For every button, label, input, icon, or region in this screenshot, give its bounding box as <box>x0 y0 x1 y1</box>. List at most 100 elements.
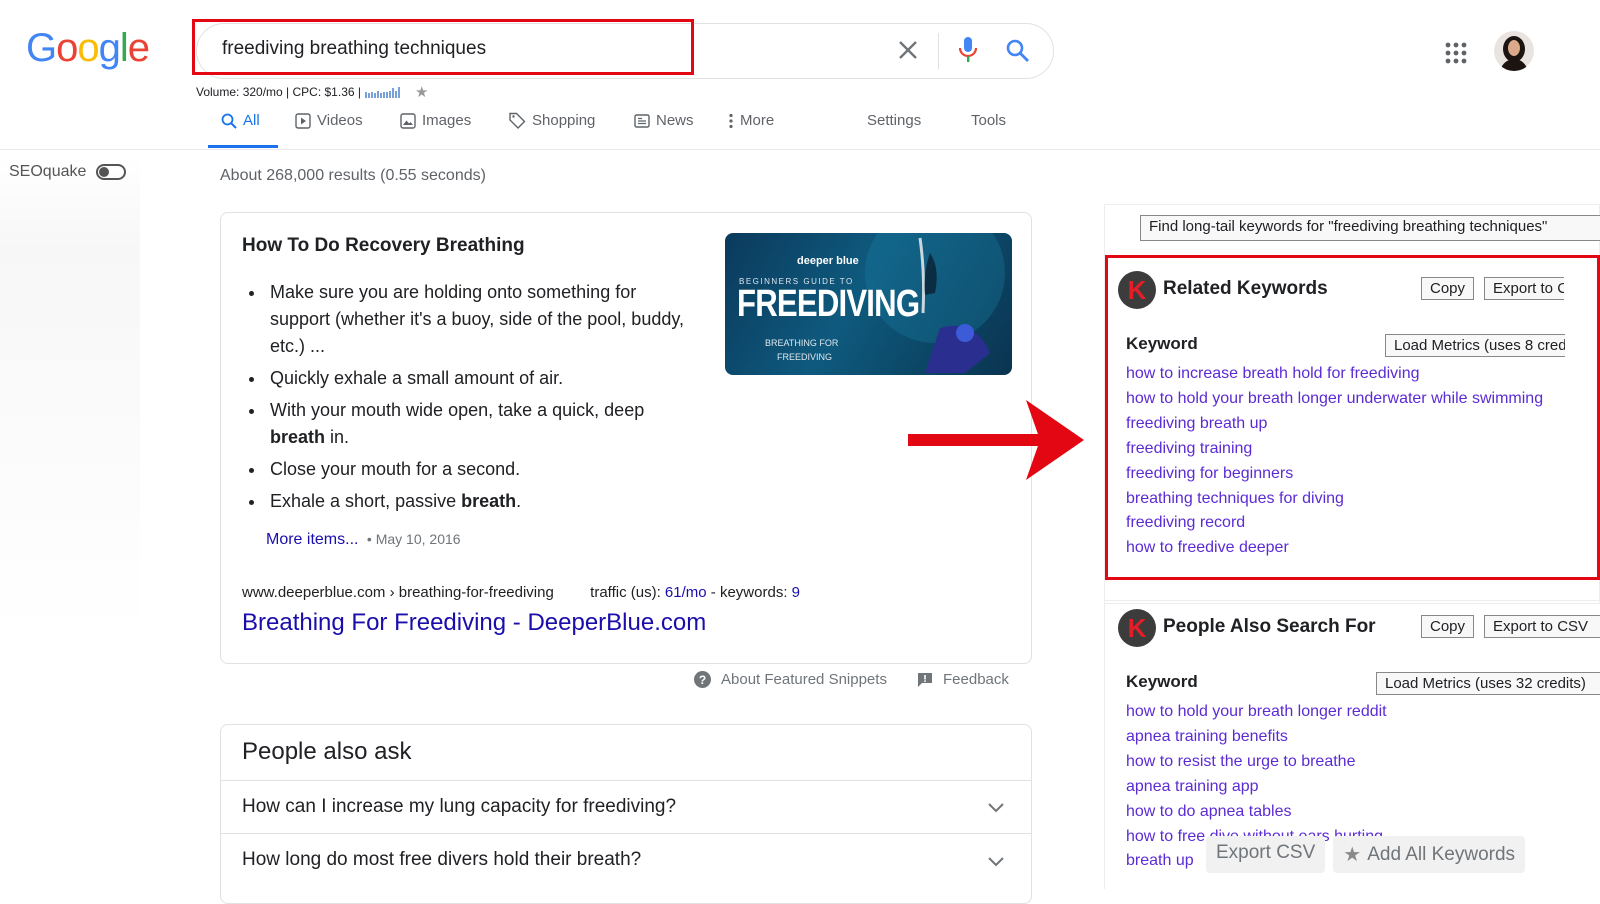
related-keywords-list: how to increase breath hold for freedivi… <box>1126 362 1564 561</box>
keyword-link[interactable]: breathing techniques for diving <box>1126 487 1564 512</box>
tab-videos[interactable]: Videos <box>295 112 363 129</box>
news-icon <box>634 113 650 128</box>
result-title-link[interactable]: Breathing For Freediving - DeeperBlue.co… <box>242 609 706 637</box>
tab-tools[interactable]: Tools <box>971 112 1006 129</box>
bullet-bold: breath <box>461 491 517 511</box>
search-input[interactable]: freediving breathing techniques <box>222 38 486 60</box>
keyword-link[interactable]: how to hold your breath longer reddit <box>1126 700 1600 725</box>
red-arrow-annotation <box>908 400 1088 485</box>
add-all-keywords-button[interactable]: ★ Add All Keywords <box>1333 836 1526 873</box>
tab-news[interactable]: News <box>634 112 694 129</box>
trend-bars-icon <box>365 87 400 98</box>
active-tab-indicator <box>208 145 278 148</box>
thumb-headline: FREEDIVING <box>737 283 920 325</box>
thumb-caption: FREEDIVING <box>777 352 833 362</box>
snippet-title: How To Do Recovery Breathing <box>242 235 525 256</box>
seoquake-toggle-row[interactable]: SEOquake <box>9 163 127 181</box>
seoquake-toggle[interactable] <box>96 164 127 180</box>
traffic-label: traffic (us): <box>590 584 661 601</box>
keyword-link[interactable]: freediving for beginners <box>1126 462 1564 487</box>
search-divider <box>938 33 939 69</box>
copy-button[interactable]: Copy <box>1421 615 1475 638</box>
tab-settings[interactable]: Settings <box>867 112 921 129</box>
logo-letter: e <box>127 26 150 70</box>
feedback-row[interactable]: Feedback <box>917 671 1009 688</box>
tab-all[interactable]: All <box>221 112 260 129</box>
export-csv-floating-button[interactable]: Export CSV <box>1206 836 1326 873</box>
bullet-bold: breath <box>270 427 326 447</box>
feedback-icon <box>918 672 932 687</box>
more-vertical-icon <box>729 113 733 128</box>
keyword-link[interactable]: how to do apnea tables <box>1126 800 1600 825</box>
logo-letter: o <box>77 26 99 70</box>
search-icon[interactable] <box>1005 38 1031 69</box>
snippet-bullet: Exhale a short, passive breath. <box>266 488 694 515</box>
tab-label: Shopping <box>532 112 596 129</box>
bullet-text: in. <box>325 427 350 447</box>
copy-button[interactable]: Copy <box>1421 277 1475 300</box>
keyword-link[interactable]: apnea training benefits <box>1126 725 1600 750</box>
more-items-link[interactable]: More items... <box>266 531 358 548</box>
seoquake-label: SEOquake <box>9 163 87 180</box>
avatar[interactable] <box>1494 31 1534 71</box>
tab-shopping[interactable]: Shopping <box>509 112 595 129</box>
keywords-everywhere-logo: K <box>1118 609 1156 647</box>
snippet-bullet: With your mouth wide open, take a quick,… <box>266 397 694 451</box>
keyword-link[interactable]: freediving training <box>1126 437 1564 462</box>
keyword-link[interactable]: how to freedive deeper <box>1126 536 1564 561</box>
paa-divider <box>221 833 1031 834</box>
load-metrics-button[interactable]: Load Metrics (uses 32 credits) <box>1376 672 1600 695</box>
keyword-link[interactable]: how to increase breath hold for freedivi… <box>1126 362 1564 387</box>
google-logo[interactable]: Google <box>26 26 150 71</box>
snippet-thumbnail[interactable]: deeper blue BEGINNERS GUIDE TO FREEDIVIN… <box>725 233 1012 375</box>
logo-letter: l <box>119 26 129 70</box>
chevron-down-icon[interactable] <box>988 854 1004 872</box>
keyword-column-header: Keyword <box>1126 334 1198 353</box>
results-count: About 268,000 results (0.55 seconds) <box>220 167 486 184</box>
star-icon[interactable]: ★ <box>415 83 428 101</box>
seoquake-sidebar <box>0 154 140 634</box>
about-snippets-link[interactable]: About Featured Snippets <box>721 671 887 688</box>
seoquake-metrics: Volume: 320/mo | CPC: $1.36 | ★ <box>196 83 428 101</box>
feedback-link[interactable]: Feedback <box>943 671 1009 688</box>
bullet-text: With your mouth wide open, take a quick,… <box>270 400 645 420</box>
header-divider <box>0 149 1600 150</box>
tab-label: Images <box>422 112 472 129</box>
keyword-link[interactable]: how to hold your breath longer underwate… <box>1126 387 1564 412</box>
tab-more[interactable]: More <box>728 112 774 129</box>
export-csv-button[interactable]: Export to CSV <box>1484 277 1564 300</box>
about-snippets-row[interactable]: ? About Featured Snippets <box>694 671 887 688</box>
keywords-everywhere-logo: K <box>1118 271 1156 309</box>
keywords-value: 9 <box>791 584 800 601</box>
find-longtail-button[interactable]: Find long-tail keywords for "freediving … <box>1140 215 1600 241</box>
tab-images[interactable]: Images <box>400 112 471 129</box>
paa-question[interactable]: How long do most free divers hold their … <box>242 849 641 871</box>
traffic-value: 61/mo <box>664 584 707 601</box>
snippet-bullet: Close your mouth for a second. <box>266 456 694 483</box>
bullet-text: . <box>516 491 522 511</box>
clear-icon[interactable] <box>897 39 919 66</box>
keyword-link[interactable]: how to resist the urge to breathe <box>1126 750 1600 775</box>
snippet-bullet: Make sure you are holding onto something… <box>266 279 694 360</box>
paa-question[interactable]: How can I increase my lung capacity for … <box>242 796 676 818</box>
tab-label: Tools <box>971 112 1007 129</box>
chevron-down-icon[interactable] <box>988 800 1004 818</box>
keyword-link[interactable]: apnea training app <box>1126 775 1600 800</box>
image-icon <box>400 112 416 129</box>
load-metrics-button[interactable]: Load Metrics (uses 8 credits) <box>1385 334 1565 357</box>
paa-divider <box>221 780 1031 781</box>
tag-icon <box>509 112 526 129</box>
floating-toolbar: Export CSV ★ Add All Keywords <box>1206 836 1526 873</box>
tab-label: News <box>656 112 694 129</box>
people-also-search-title: People Also Search For <box>1163 616 1376 637</box>
export-csv-button[interactable]: Export to CSV <box>1484 615 1600 638</box>
keyword-link[interactable]: freediving breath up <box>1126 412 1564 437</box>
paa-heading: People also ask <box>242 738 412 765</box>
snippet-date: • May 10, 2016 <box>366 531 461 547</box>
keyword-link[interactable]: freediving record <box>1126 511 1564 536</box>
apps-grid-icon[interactable] <box>1445 42 1467 69</box>
star-icon: ★ <box>1343 844 1362 866</box>
search-icon <box>221 113 237 129</box>
related-keywords-title: Related Keywords <box>1163 278 1328 299</box>
microphone-icon[interactable] <box>957 36 979 69</box>
